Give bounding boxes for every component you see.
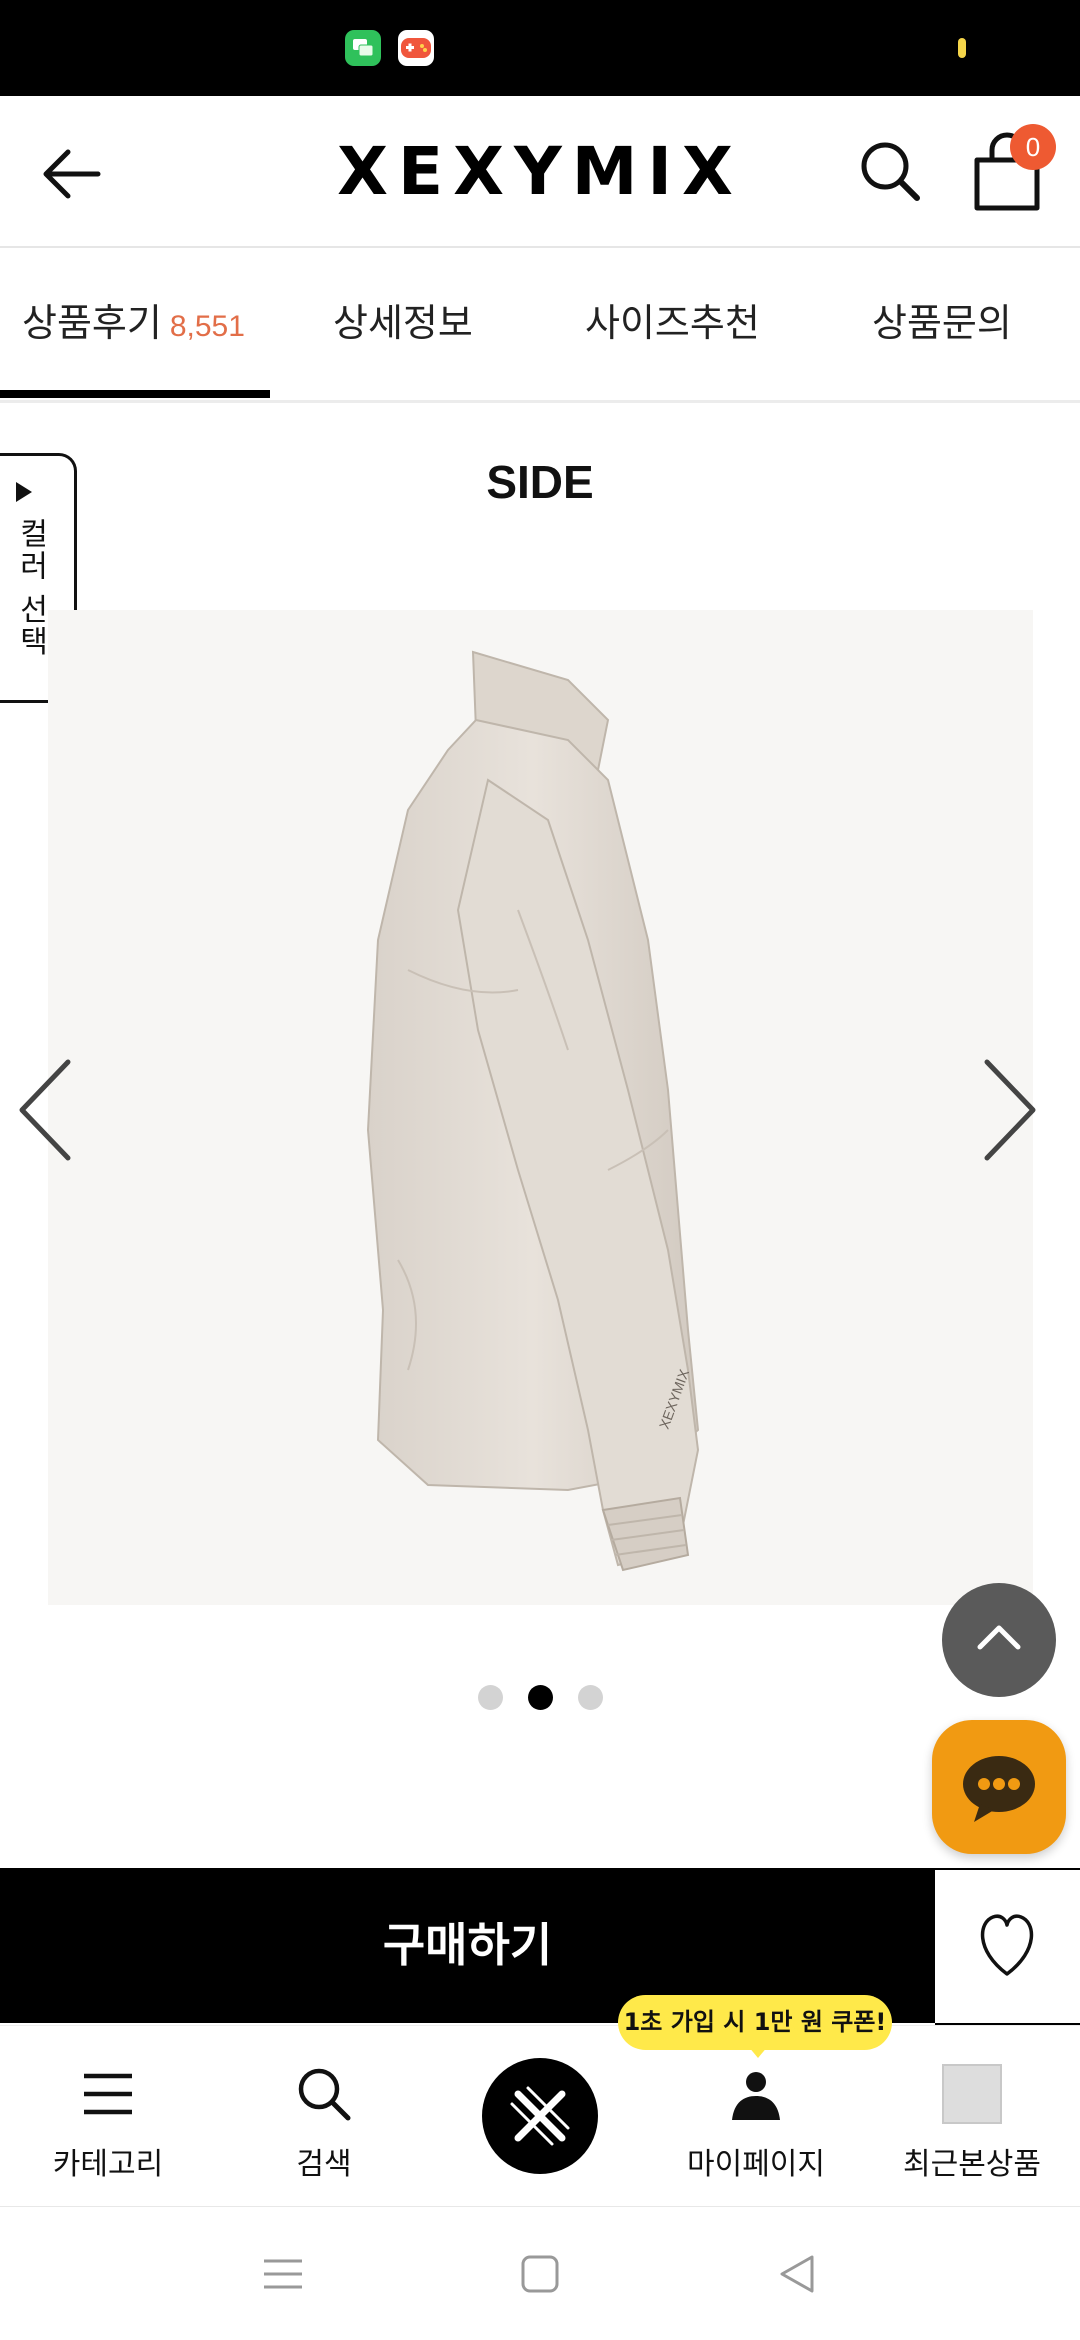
home-square-icon[interactable] xyxy=(515,2249,565,2299)
gallery-pagination xyxy=(478,1685,608,1711)
heart-icon xyxy=(980,1914,1034,1976)
cart-button[interactable]: 0 xyxy=(965,124,1060,219)
battery-indicator xyxy=(958,38,966,58)
search-icon xyxy=(861,142,920,201)
person-icon xyxy=(732,2072,780,2120)
nav-label: 검색 xyxy=(296,2147,352,2182)
nav-label: 최근본상품 xyxy=(903,2147,1041,2182)
scroll-to-top-button[interactable] xyxy=(942,1583,1056,1697)
recent-apps-icon[interactable] xyxy=(258,2249,308,2299)
pagination-dot[interactable] xyxy=(578,1685,603,1710)
brand-logo[interactable]: XEXYMIX xyxy=(330,134,750,210)
bottom-navigation: 카테고리 검색 마이페이지 최근본상품 xyxy=(0,2025,1080,2208)
chat-bubble-icon xyxy=(963,1756,1035,1822)
chat-button[interactable] xyxy=(932,1720,1066,1854)
search-button[interactable] xyxy=(855,136,925,206)
active-tab-indicator xyxy=(0,390,270,398)
status-bar xyxy=(0,0,1080,96)
pagination-dot-active[interactable] xyxy=(528,1685,553,1710)
chevron-left-icon xyxy=(19,1059,71,1161)
nav-recent-products[interactable]: 최근본상품 xyxy=(872,2026,1072,2206)
wishlist-button[interactable] xyxy=(935,1868,1080,2025)
cart-count-badge: 0 xyxy=(1010,124,1056,170)
top-header: XEXYMIX 0 xyxy=(0,96,1080,248)
review-count: 8,551 xyxy=(169,310,245,343)
menu-icon xyxy=(84,2073,132,2115)
back-button[interactable] xyxy=(36,134,116,214)
color-select-label: 컬러 선택 xyxy=(13,518,48,658)
system-navigation-bar xyxy=(0,2207,1080,2340)
home-logo-icon xyxy=(510,2086,570,2146)
tab-product-inquiry[interactable]: 상품문의 xyxy=(872,248,1012,400)
nav-label: 마이페이지 xyxy=(687,2147,825,2182)
product-image[interactable]: XEXYMIX xyxy=(48,610,1033,1605)
nav-home-button[interactable] xyxy=(482,2058,598,2174)
tab-detail-info[interactable]: 상세정보 xyxy=(333,248,473,400)
messages-app-icon xyxy=(345,30,381,66)
nav-search[interactable]: 검색 xyxy=(224,2026,424,2206)
back-arrow-icon xyxy=(43,149,101,199)
view-label: SIDE xyxy=(486,456,594,508)
tab-size-recommend[interactable]: 사이즈추천 xyxy=(585,248,760,400)
jacket-side-view-image: XEXYMIX xyxy=(366,650,700,1572)
nav-label: 카테고리 xyxy=(52,2147,164,2182)
prev-image-button[interactable] xyxy=(10,1050,80,1170)
chevron-right-icon xyxy=(984,1059,1036,1161)
tab-reviews[interactable]: 상품후기 8,551 xyxy=(22,248,245,400)
search-icon xyxy=(298,2068,351,2121)
nav-category[interactable]: 카테고리 xyxy=(8,2026,208,2206)
product-tabs: 상품후기 8,551 상세정보 사이즈추천 상품문의 xyxy=(0,248,1080,403)
chevron-up-icon xyxy=(977,1625,1021,1650)
recent-product-thumbnail xyxy=(942,2064,1002,2124)
tab-label: 상품후기 xyxy=(22,301,162,345)
game-app-icon xyxy=(398,30,434,66)
back-triangle-icon[interactable] xyxy=(772,2249,822,2299)
next-image-button[interactable] xyxy=(975,1050,1045,1170)
pagination-dot[interactable] xyxy=(478,1685,503,1710)
coupon-badge[interactable]: 1초 가입 시 1만 원 쿠폰! xyxy=(618,1995,892,2050)
